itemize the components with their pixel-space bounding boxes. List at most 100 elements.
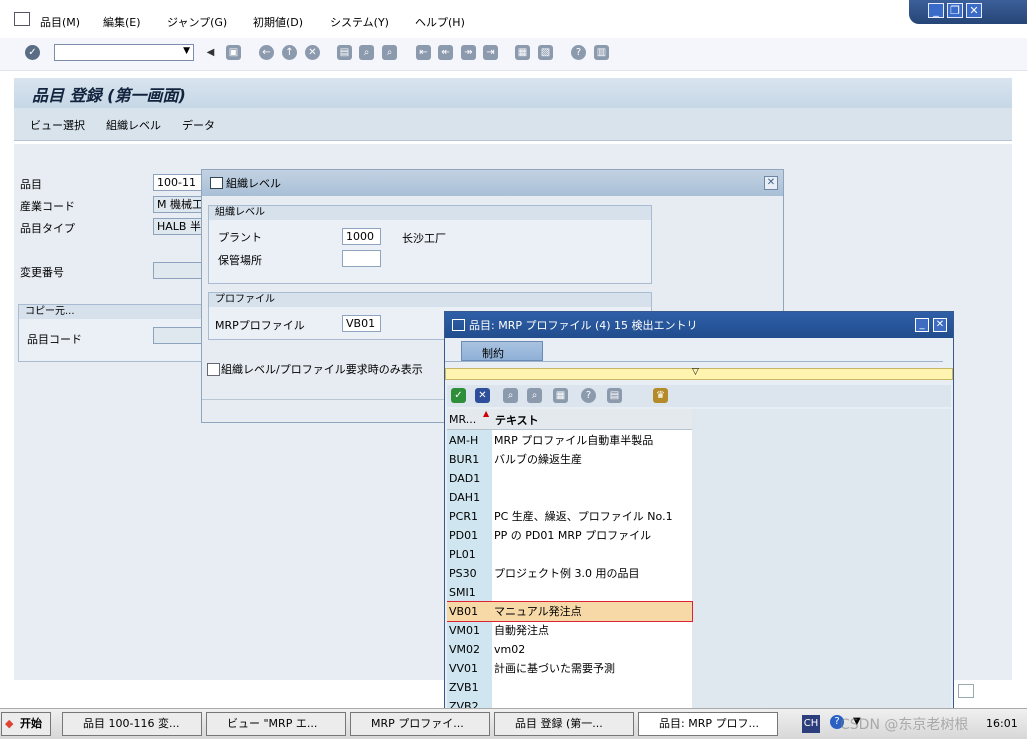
next-page-icon[interactable]: ↠ [461,45,476,60]
plant-field[interactable]: 1000 [342,228,381,245]
minimize-icon[interactable]: _ [928,3,944,18]
task-item[interactable]: MRP プロファイ... [350,712,490,736]
result-key: DAH1 [449,491,481,504]
org-level-group: 組織レベル プラント 1000 长沙工厂 保管場所 [208,205,652,284]
result-text: 計画に基づいた需要予測 [494,662,615,675]
application-toolbar: ビュー選択 組織レベル データ [14,108,1012,141]
result-row[interactable]: PCR1 PC 生産、繰返、プロファイル No.1 [447,507,692,526]
menu-system[interactable]: システム(Y) [330,14,389,30]
info-icon[interactable]: ? [581,388,596,403]
print-icon[interactable]: ▤ [607,388,622,403]
data-button[interactable]: データ [182,117,215,133]
show-only-on-request-label: 組織レベル/プロファイル要求時のみ表示 [221,363,423,376]
results-grid: MR... ▲ テキスト AM-H MRP プロファイル自動車半製品 BUR1 バルブ… [447,409,951,737]
find-next-icon[interactable]: ⌕ [527,388,542,403]
task-item[interactable]: 品目 登録 (第一... [494,712,634,736]
enter-check-icon[interactable]: ✓ [25,45,40,60]
start-logo-icon: ◆ [5,717,14,730]
result-text: マニュアル発注点 [494,605,582,618]
print-icon[interactable]: ▤ [337,45,352,60]
mrp-profile-field[interactable]: VB01 [342,315,381,332]
watermark: CSDN @东京老树根 [840,717,969,733]
back-arrow-icon[interactable]: ◀ [203,45,218,60]
language-indicator[interactable]: CH [802,715,820,733]
start-button[interactable]: ◆ 开始 [1,712,51,736]
menu-defaults[interactable]: 初期値(D) [253,14,303,30]
prev-page-icon[interactable]: ↞ [438,45,453,60]
task-item[interactable]: 品目 100-116 変... [62,712,202,736]
menu-material[interactable]: 品目(M) [40,14,80,30]
new-session-icon[interactable]: ▦ [515,45,530,60]
screen-title-bar: 品目 登録 (第一画面) [14,78,1012,108]
show-only-on-request-checkbox[interactable] [207,363,220,376]
close-icon[interactable]: ✕ [933,318,947,332]
command-field[interactable]: ▼ [54,44,194,61]
cancel-icon[interactable]: ✕ [305,45,320,60]
ok-check-icon[interactable]: ✓ [451,388,466,403]
result-row[interactable]: VV01 計画に基づいた需要予測 [447,659,692,678]
menu-icon[interactable] [14,12,30,26]
personal-list-icon[interactable]: ♛ [653,388,668,403]
column-header-mrp[interactable]: MR... [449,413,476,426]
dropdown-icon[interactable]: ▼ [183,46,190,56]
menu-help[interactable]: ヘルプ(H) [415,14,465,30]
find-next-icon[interactable]: ⌕ [382,45,397,60]
menu-edit[interactable]: 編集(E) [103,14,141,30]
column-header-text[interactable]: テキスト [495,412,539,428]
result-text: バルブの繰返生産 [494,453,582,466]
copy-material-label: 品目コード [27,333,82,346]
result-text: vm02 [494,643,526,656]
minimize-icon[interactable]: _ [915,318,929,332]
result-row[interactable]: VM02 vm02 [447,640,692,659]
restrictions-tab-label: 制約 [482,347,504,360]
help-icon[interactable]: ? [571,45,586,60]
org-levels-button[interactable]: 組織レベル [106,117,161,133]
result-key: PL01 [449,548,476,561]
standard-toolbar: ✓ ▼ ◀ ▣ ← ↑ ✕ ▤ ⌕ ⌕ ⇤ ↞ ↠ ⇥ ▦ ▧ ? ▥ [0,38,1027,71]
sort-ascending-icon[interactable]: ▲ [483,409,489,418]
storage-location-label: 保管場所 [218,254,262,267]
save-icon[interactable]: ▣ [226,45,241,60]
result-row-selected[interactable]: VB01 マニュアル発注点 [447,601,693,622]
result-row[interactable]: BUR1 バルブの繰返生産 [447,450,692,469]
restrictions-tab[interactable]: 制約 [461,341,543,361]
expand-icon[interactable]: ▽ [692,367,699,377]
sort-icon[interactable]: ▦ [553,388,568,403]
storage-location-field[interactable] [342,250,381,267]
result-row[interactable]: ZVB1 [447,678,692,697]
result-row[interactable]: DAH1 [447,488,692,507]
shortcut-icon[interactable]: ▧ [538,45,553,60]
select-views-button[interactable]: ビュー選択 [30,117,85,133]
close-icon[interactable]: ✕ [966,3,982,18]
first-page-icon[interactable]: ⇤ [416,45,431,60]
result-row[interactable]: PL01 [447,545,692,564]
task-item[interactable]: ビュー "MRP エ... [206,712,346,736]
result-row[interactable]: SMI1 [447,583,692,602]
restore-icon[interactable]: ❐ [947,3,963,18]
org-levels-dialog-titlebar: 組織レベル ✕ [202,170,783,196]
find-icon[interactable]: ⌕ [359,45,374,60]
find-icon[interactable]: ⌕ [503,388,518,403]
result-key: VM01 [449,624,481,637]
layout-menu-icon[interactable]: ▥ [594,45,609,60]
task-item-active[interactable]: 品目: MRP プロフ... [638,712,778,736]
back-icon[interactable]: ← [259,45,274,60]
expand-restrictions-bar[interactable]: ▽ [445,367,953,380]
result-key: DAD1 [449,472,481,485]
menu-goto[interactable]: ジャンプ(G) [167,14,227,30]
cancel-x-icon[interactable]: ✕ [475,388,490,403]
lower-right-icon [958,684,974,698]
result-row[interactable]: AM-H MRP プロファイル自動車半製品 [447,431,692,450]
result-row[interactable]: PS30 プロジェクト例 3.0 用の品目 [447,564,692,583]
close-icon[interactable]: ✕ [764,176,778,190]
tab-underline [445,361,943,362]
last-page-icon[interactable]: ⇥ [483,45,498,60]
result-row[interactable]: DAD1 [447,469,692,488]
industry-label: 産業コード [20,200,75,213]
page-title: 品目 登録 (第一画面) [32,86,186,105]
result-row[interactable]: PD01 PP の PD01 MRP プロファイル [447,526,692,545]
result-row[interactable]: VM01 自動発注点 [447,621,692,640]
dialog-icon [210,177,223,189]
exit-icon[interactable]: ↑ [282,45,297,60]
copy-material-field[interactable] [153,327,208,344]
